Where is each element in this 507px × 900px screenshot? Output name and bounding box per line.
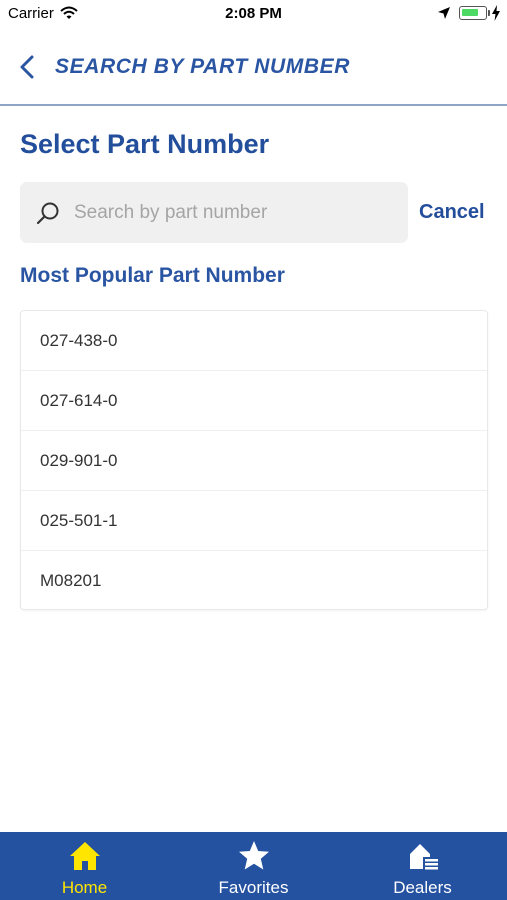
star-icon <box>238 841 269 870</box>
home-icon <box>69 842 100 870</box>
tab-dealers[interactable]: Dealers <box>338 832 507 900</box>
popular-parts-list: 027-438-0 027-614-0 029-901-0 025-501-1 … <box>20 310 488 610</box>
list-item[interactable]: 029-901-0 <box>21 431 487 491</box>
list-item[interactable]: M08201 <box>21 551 487 611</box>
nav-title: SEARCH BY PART NUMBER <box>55 55 350 78</box>
location-arrow-icon <box>438 7 450 19</box>
page-title: Select Part Number <box>20 129 270 159</box>
charging-bolt-icon <box>492 5 500 21</box>
search-icon <box>36 202 59 225</box>
search-input[interactable] <box>74 194 394 231</box>
tab-label: Favorites <box>218 878 289 897</box>
list-item[interactable]: 027-614-0 <box>21 371 487 431</box>
list-item[interactable]: 025-501-1 <box>21 491 487 551</box>
tab-label: Dealers <box>393 878 452 897</box>
list-item[interactable]: 027-438-0 <box>21 311 487 371</box>
battery-icon <box>459 6 487 20</box>
search-bar[interactable] <box>20 182 408 243</box>
battery-level <box>462 9 478 16</box>
tab-bar: Home Favorites Dealers <box>0 832 507 900</box>
dealers-icon <box>409 844 438 870</box>
chevron-left-icon <box>20 55 34 79</box>
navigation-bar: SEARCH BY PART NUMBER <box>0 28 507 106</box>
clock: 2:08 PM <box>225 5 282 22</box>
tab-home[interactable]: Home <box>0 832 169 900</box>
back-button[interactable] <box>14 52 42 82</box>
tab-label: Home <box>61 878 108 897</box>
cancel-button[interactable]: Cancel <box>419 201 485 224</box>
section-title: Most Popular Part Number <box>20 264 285 287</box>
status-bar: Carrier 2:08 PM <box>0 0 507 28</box>
tab-favorites[interactable]: Favorites <box>169 832 338 900</box>
battery-cap <box>488 10 490 16</box>
